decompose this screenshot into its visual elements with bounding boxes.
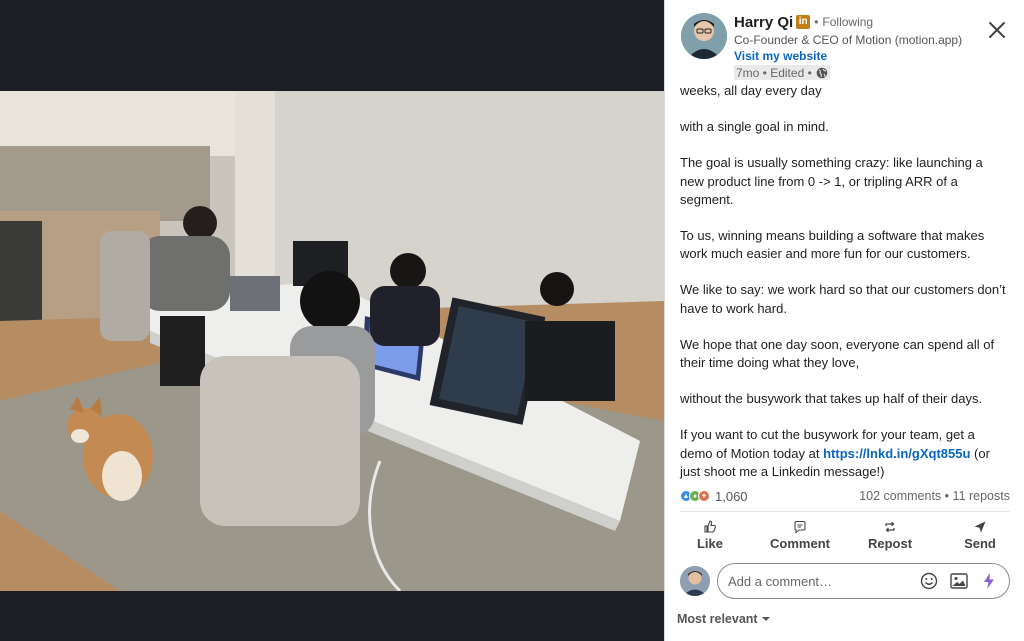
- author-name[interactable]: Harry Qi: [734, 14, 793, 31]
- caret-down-icon: [761, 617, 770, 621]
- like-icon: [704, 519, 716, 533]
- office-photo: [0, 91, 664, 591]
- repost-icon: [885, 521, 895, 532]
- repost-button[interactable]: Repost: [845, 515, 935, 555]
- comment-label: Comment: [770, 535, 830, 551]
- post-photo[interactable]: [0, 91, 664, 591]
- post-age-edited: 7mo • Edited •: [736, 65, 812, 80]
- reaction-count[interactable]: 1,060: [715, 489, 748, 504]
- love-reaction-icon: ♥: [698, 490, 710, 502]
- post-paragraph: The goal is usually something crazy: lik…: [680, 155, 983, 207]
- viewer-avatar[interactable]: [680, 566, 710, 596]
- like-label: Like: [696, 535, 723, 551]
- close-icon[interactable]: [987, 20, 1007, 40]
- reposts-count[interactable]: 11 reposts: [953, 489, 1010, 503]
- image-button[interactable]: [949, 571, 969, 591]
- demo-link[interactable]: https://lnkd.in/gXqt855u: [823, 446, 970, 461]
- post-paragraph: with a single goal in mind.: [680, 119, 829, 135]
- author-block: Harry Qi in • Following Co-Founder & CEO…: [734, 12, 974, 82]
- post-detail-panel: Harry Qi in • Following Co-Founder & CEO…: [664, 0, 1024, 641]
- separator-dot: •: [814, 15, 819, 29]
- post-viewer: Harry Qi in • Following Co-Founder & CEO…: [0, 0, 1024, 641]
- post-paragraph: We like to say: we work hard so that our…: [680, 282, 1006, 316]
- social-counts: ▲ ● ♥ 1,060 102 comments • 11 reposts: [680, 487, 1010, 505]
- comment-button[interactable]: Comment: [755, 515, 845, 555]
- post-paragraph-cta: If you want to cut the busywork for your…: [680, 426, 1010, 481]
- sort-dropdown[interactable]: Most relevant: [677, 612, 771, 626]
- divider: [680, 511, 1010, 512]
- emoji-icon: [920, 572, 938, 590]
- comment-icon: [794, 520, 806, 534]
- send-icon: [974, 521, 986, 532]
- author-avatar[interactable]: [681, 13, 727, 59]
- post-paragraph: weeks, all day every day: [680, 83, 822, 98]
- separator-dot: •: [944, 489, 950, 503]
- author-headline: Co-Founder & CEO of Motion (motion.app): [734, 33, 963, 47]
- globe-icon: [816, 67, 828, 78]
- follow-status: Following: [822, 15, 874, 29]
- post-meta: 7mo • Edited •: [734, 65, 830, 80]
- media-viewer: [0, 0, 664, 641]
- comment-composer: [680, 563, 1010, 599]
- post-text: weeks, all day every day with a single g…: [680, 82, 1010, 481]
- send-button[interactable]: Send: [935, 515, 1024, 555]
- comment-input[interactable]: [728, 573, 909, 589]
- action-bar: Like Comment Repost Send: [665, 515, 1024, 555]
- linkedin-premium-badge: in: [796, 15, 811, 29]
- emoji-button[interactable]: [919, 571, 939, 591]
- like-button[interactable]: Like: [665, 515, 755, 555]
- reaction-icons[interactable]: ▲ ● ♥: [680, 490, 710, 502]
- post-paragraph: We hope that one day soon, everyone can …: [680, 336, 995, 371]
- repost-label: Repost: [867, 535, 913, 551]
- image-icon: [950, 573, 968, 589]
- comments-reposts: 102 comments • 11 reposts: [859, 489, 1010, 503]
- post-paragraph: without the busywork that takes up half …: [680, 391, 983, 407]
- spark-button[interactable]: [979, 571, 999, 591]
- visit-website-link[interactable]: Visit my website: [734, 49, 974, 63]
- send-label: Send: [964, 535, 996, 551]
- post-paragraph: To us, winning means building a software…: [680, 228, 985, 262]
- comment-input-wrapper: [717, 563, 1010, 599]
- post-header: Harry Qi in • Following Co-Founder & CEO…: [665, 0, 1024, 82]
- comments-count[interactable]: 102 comments: [859, 489, 941, 503]
- sort-label: Most relevant: [677, 612, 758, 626]
- author-name-row: Harry Qi in • Following: [734, 12, 974, 32]
- spark-icon: [984, 573, 994, 589]
